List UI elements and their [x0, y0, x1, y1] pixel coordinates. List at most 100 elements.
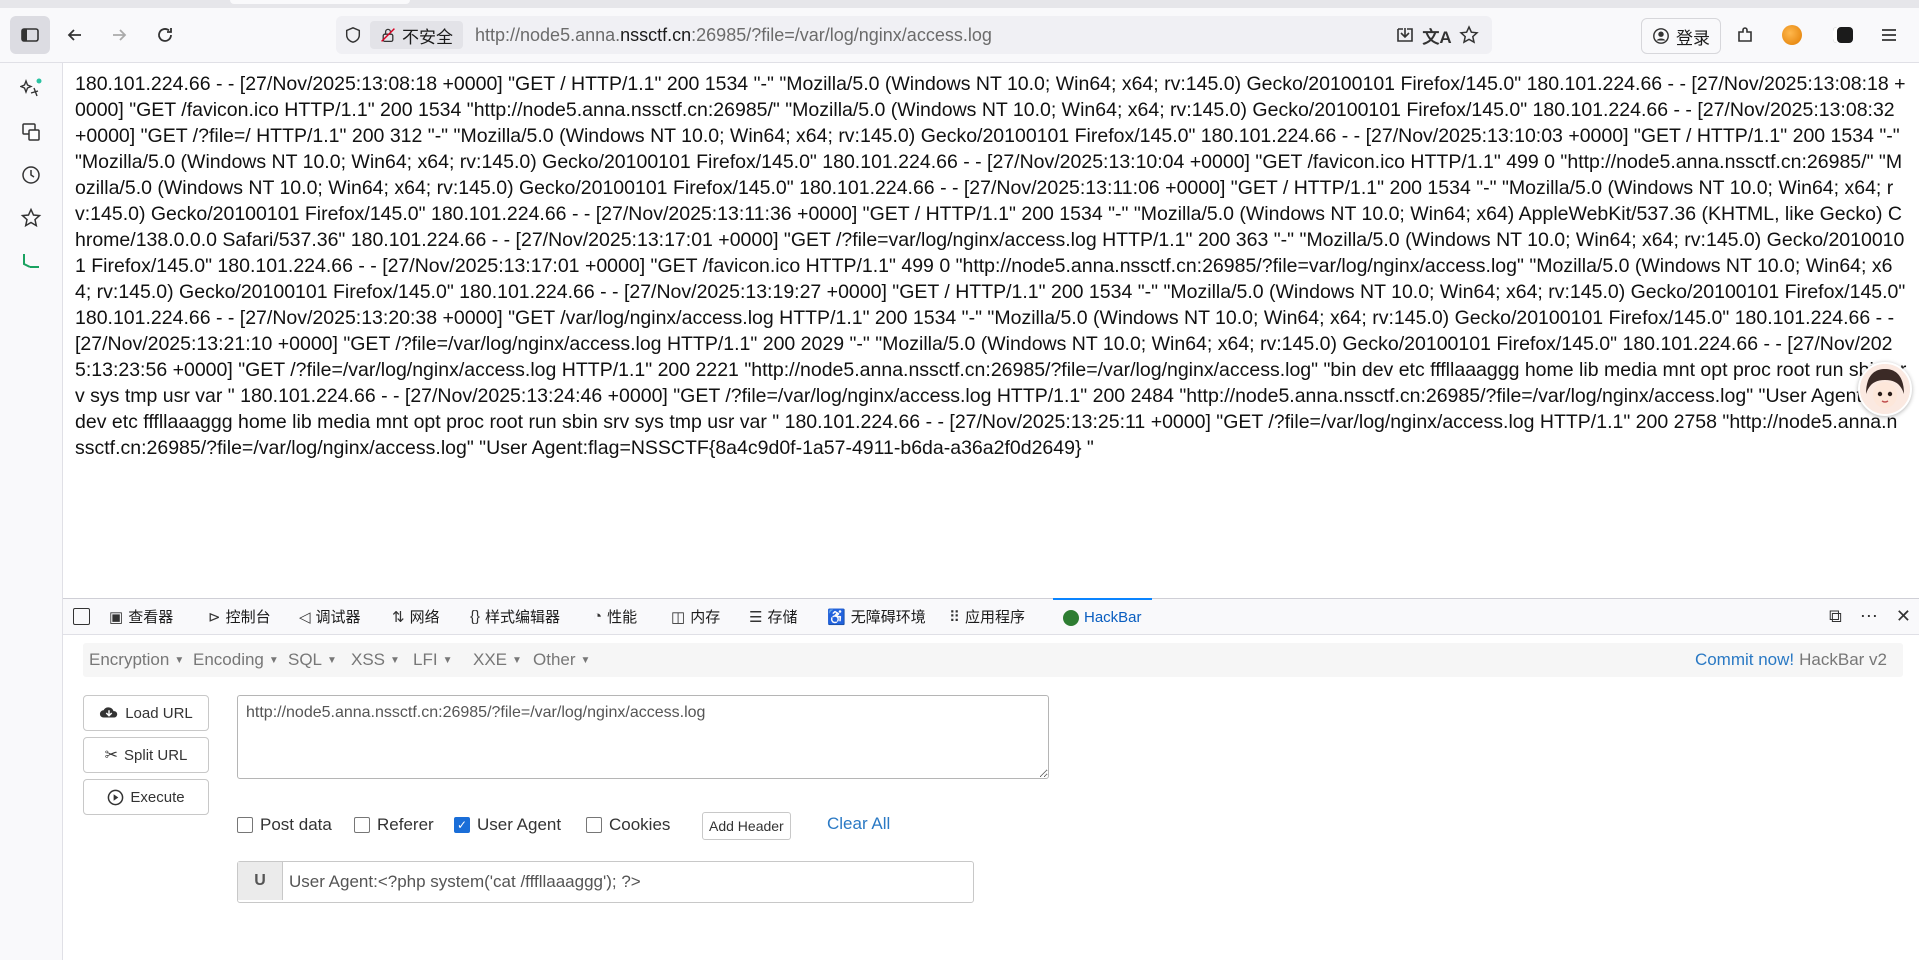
memory-icon: ◫ — [671, 608, 686, 626]
menu-xxe[interactable]: XXE ▼ — [473, 643, 522, 677]
back-button[interactable] — [58, 18, 92, 52]
extension-fox-button[interactable] — [1775, 18, 1809, 52]
tab-performance[interactable]: ◔ 性能 — [593, 599, 637, 634]
tab-storage[interactable]: ☰ 存储 — [749, 599, 797, 634]
post-data-checkbox[interactable]: Post data — [237, 814, 332, 836]
menu-encoding[interactable]: Encoding ▼ — [193, 643, 279, 677]
forward-button[interactable] — [102, 18, 136, 52]
translate-button[interactable]: 文A — [1422, 20, 1452, 50]
user-agent-checkbox[interactable]: ✓ User Agent — [454, 814, 561, 836]
menu-encryption[interactable]: Encryption ▼ — [89, 643, 184, 677]
synced-tabs-button[interactable] — [18, 119, 44, 145]
tab-network[interactable]: ⇅ 网络 — [392, 599, 440, 634]
hackbar-icon — [1063, 609, 1079, 626]
checkbox-checked[interactable]: ✓ — [454, 817, 470, 833]
referer-label: Referer — [377, 815, 434, 834]
account-icon — [1653, 28, 1669, 44]
tab-style-editor[interactable]: {} 样式编辑器 — [470, 599, 560, 634]
more-options-icon[interactable]: ⋯ — [1860, 606, 1878, 627]
history-button[interactable] — [18, 162, 44, 188]
url-text[interactable]: http://node5.anna.nssctf.cn:26985/?file=… — [475, 25, 992, 46]
star-icon — [20, 207, 42, 228]
tab-memory[interactable]: ◫ 内存 — [671, 599, 720, 634]
tab-console[interactable]: ⊳ 控制台 — [208, 599, 271, 634]
checkbox-box[interactable] — [586, 817, 602, 833]
checkbox-box[interactable] — [237, 817, 253, 833]
menu-label: SQL — [288, 650, 323, 669]
application-icon: ⠿ — [949, 608, 960, 626]
extensions-button[interactable] — [1728, 18, 1762, 52]
clear-all-link[interactable]: Clear All — [827, 814, 890, 834]
caret-down-icon: ▼ — [268, 654, 279, 666]
add-header-button[interactable]: Add Header — [702, 812, 791, 840]
download-icon — [1397, 28, 1413, 42]
menu-other[interactable]: Other ▼ — [533, 643, 590, 677]
execute-button[interactable]: Execute — [83, 779, 209, 815]
url-prefix: http://node5.anna. — [475, 24, 621, 45]
user-agent-input[interactable] — [283, 862, 973, 902]
tab-hackbar[interactable]: HackBar — [1053, 598, 1152, 635]
insecure-badge[interactable]: 不安全 — [370, 21, 463, 49]
sparkle-icon — [20, 78, 42, 97]
hackbar-version: HackBar v2 — [1799, 650, 1887, 669]
caret-down-icon: ▼ — [442, 654, 453, 666]
menu-xss[interactable]: XSS ▼ — [351, 643, 400, 677]
url-bar[interactable]: 不安全 http://node5.anna.nssctf.cn:26985/?f… — [336, 16, 1492, 54]
split-url-button[interactable]: ✂ Split URL — [83, 737, 209, 773]
avatar-face-icon — [1860, 364, 1910, 414]
reload-button[interactable] — [148, 18, 182, 52]
devtools-tab-bar: ▣ 查看器 ⊳ 控制台 ◁ 调试器 ⇅ 网络 {} 样式编辑器 ◔ 性能 ◫ 内存 ☰ 存储 ♿… — [63, 598, 1919, 635]
close-icon[interactable]: ✕ — [1896, 606, 1911, 627]
menu-lfi[interactable]: LFI ▼ — [413, 643, 452, 677]
devtools-panel: ▣ 查看器 ⊳ 控制台 ◁ 调试器 ⇅ 网络 {} 样式编辑器 ◔ 性能 ◫ 内存 ☰ 存储 ♿… — [63, 598, 1919, 961]
app-menu-button[interactable] — [1872, 18, 1906, 52]
tab-application[interactable]: ⠿ 应用程序 — [949, 599, 1025, 634]
devtools-controls: ⧉ ⋯ ✕ — [1829, 599, 1911, 634]
sidebar-toggle-button[interactable] — [10, 16, 50, 54]
puzzle-icon — [1738, 27, 1752, 42]
mask-extension-icon — [1833, 27, 1853, 43]
debugger-icon: ◁ — [299, 608, 311, 626]
tab-inspector[interactable]: ▣ 查看器 — [109, 599, 173, 634]
ai-chatbot-button[interactable] — [18, 76, 44, 102]
login-button[interactable]: 登录 — [1641, 18, 1721, 54]
shield-icon[interactable] — [336, 26, 370, 44]
tab-debugger[interactable]: ◁ 调试器 — [299, 599, 361, 634]
arrow-left-icon — [67, 29, 81, 41]
cookies-checkbox[interactable]: Cookies — [586, 814, 670, 836]
access-log-text: 180.101.224.66 - - [27/Nov/2025:13:08:18… — [75, 73, 1907, 459]
tab-label: 存储 — [767, 609, 798, 626]
element-picker-button[interactable] — [73, 599, 90, 634]
post-data-label: Post data — [260, 815, 332, 834]
tab-label: 无障碍环境 — [850, 609, 926, 626]
scissors-icon: ✂ — [104, 747, 119, 764]
hackbar-url-textarea[interactable]: http://node5.anna.nssctf.cn:26985/?file=… — [237, 695, 1049, 779]
browser-sidebar — [0, 63, 63, 960]
bookmarks-sidebar-button[interactable] — [18, 205, 44, 231]
menu-sql[interactable]: SQL ▼ — [288, 643, 337, 677]
picker-icon — [73, 608, 90, 625]
add-header-label: Add Header — [709, 818, 784, 834]
checkbox-box[interactable] — [354, 817, 370, 833]
sidebar-icon — [21, 28, 39, 42]
cookies-label: Cookies — [609, 815, 671, 834]
user-agent-row: U — [237, 861, 974, 903]
load-url-button[interactable]: Load URL — [83, 695, 209, 731]
dock-side-icon[interactable]: ⧉ — [1829, 606, 1842, 627]
commit-now-link[interactable]: Commit now! HackBar v2 — [1695, 643, 1887, 677]
play-circle-icon — [108, 789, 124, 805]
extension-sidebar-button[interactable] — [18, 248, 44, 274]
hackbar-menu: Encryption ▼ Encoding ▼ SQL ▼ XSS ▼ LFI ▼ XXE… — [83, 643, 1903, 677]
bookmark-button[interactable] — [1454, 20, 1484, 50]
storage-icon: ☰ — [749, 608, 763, 626]
referer-checkbox[interactable]: Referer — [354, 814, 434, 836]
save-page-button[interactable] — [1390, 20, 1420, 50]
green-extension-icon — [23, 254, 39, 268]
extension-mask-button[interactable] — [1826, 18, 1860, 52]
assistant-avatar[interactable] — [1858, 362, 1912, 416]
split-url-label: Split URL — [124, 746, 188, 764]
active-tab-stub[interactable] — [230, 0, 410, 4]
tab-accessibility[interactable]: ♿ 无障碍环境 — [827, 599, 926, 634]
tab-label: 性能 — [607, 609, 638, 626]
reload-icon — [158, 28, 172, 42]
